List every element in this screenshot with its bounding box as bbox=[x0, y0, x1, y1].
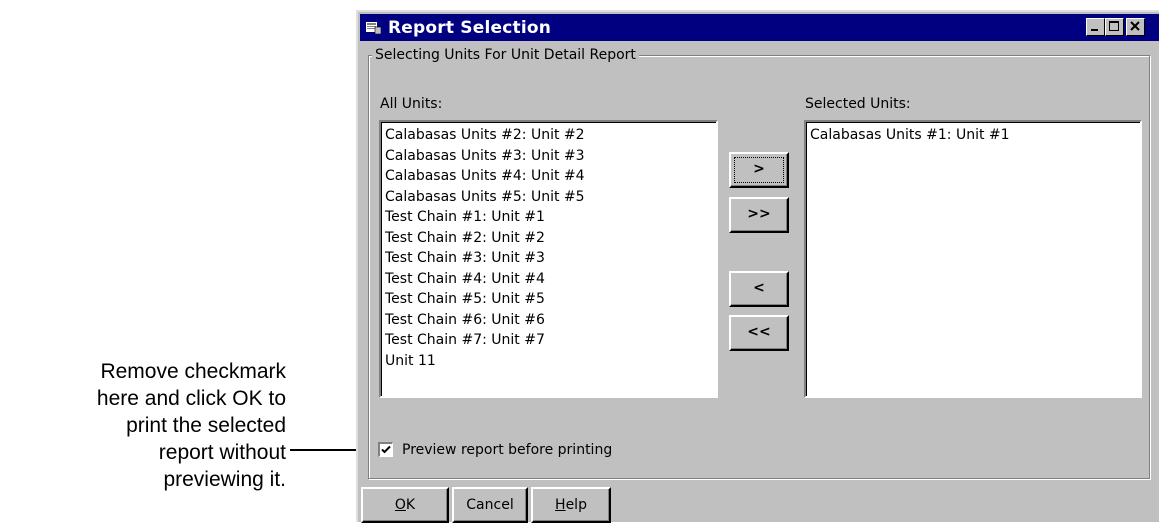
selected-units-list[interactable]: Calabasas Units #1: Unit #1 bbox=[804, 120, 1142, 398]
list-item[interactable]: Test Chain #4: Unit #4 bbox=[385, 269, 712, 290]
list-item[interactable]: Test Chain #7: Unit #7 bbox=[385, 330, 712, 351]
annotation-leader-line bbox=[290, 449, 366, 451]
add-unit-button[interactable]: > bbox=[729, 152, 789, 188]
list-item[interactable]: Test Chain #1: Unit #1 bbox=[385, 207, 712, 228]
all-units-label: All Units: bbox=[380, 96, 443, 112]
close-icon bbox=[1130, 21, 1140, 31]
list-item[interactable]: Test Chain #6: Unit #6 bbox=[385, 310, 712, 331]
ok-button-label: OK bbox=[394, 497, 416, 513]
minimize-icon bbox=[1091, 29, 1098, 31]
checkmark-icon bbox=[381, 445, 391, 454]
list-item[interactable]: Calabasas Units #1: Unit #1 bbox=[810, 125, 1136, 146]
add-all-units-button[interactable]: >> bbox=[729, 197, 789, 233]
remove-unit-button[interactable]: < bbox=[729, 271, 789, 307]
preview-checkbox[interactable] bbox=[378, 442, 393, 457]
maximize-button[interactable] bbox=[1105, 18, 1124, 36]
annotation-line: print the selected bbox=[126, 414, 286, 437]
help-button[interactable]: Help bbox=[531, 487, 611, 523]
all-units-list[interactable]: Calabasas Units #2: Unit #2 Calabasas Un… bbox=[379, 120, 718, 398]
list-item[interactable]: Calabasas Units #2: Unit #2 bbox=[385, 125, 712, 146]
report-window-icon bbox=[366, 22, 381, 34]
list-item[interactable]: Test Chain #3: Unit #3 bbox=[385, 248, 712, 269]
remove-all-units-button[interactable]: << bbox=[729, 315, 789, 351]
minimize-button[interactable] bbox=[1086, 18, 1105, 36]
list-item[interactable]: Test Chain #5: Unit #5 bbox=[385, 289, 712, 310]
group-legend: Selecting Units For Unit Detail Report bbox=[372, 47, 639, 63]
cancel-button[interactable]: Cancel bbox=[452, 487, 528, 523]
preview-checkbox-label[interactable]: Preview report before printing bbox=[402, 442, 612, 458]
window-title: Report Selection bbox=[388, 18, 552, 38]
title-bar[interactable]: Report Selection bbox=[360, 14, 1159, 41]
annotation-callout: Remove checkmark here and click OK to pr… bbox=[0, 358, 286, 493]
list-item[interactable]: Calabasas Units #5: Unit #5 bbox=[385, 187, 712, 208]
annotation-line: previewing it. bbox=[163, 468, 286, 491]
help-button-label: Help bbox=[555, 497, 587, 513]
maximize-icon bbox=[1109, 21, 1119, 31]
list-item[interactable]: Calabasas Units #3: Unit #3 bbox=[385, 146, 712, 167]
list-item[interactable]: Calabasas Units #4: Unit #4 bbox=[385, 166, 712, 187]
close-button[interactable] bbox=[1126, 18, 1145, 36]
selected-units-label: Selected Units: bbox=[805, 96, 911, 112]
annotation-line: Remove checkmark bbox=[100, 360, 286, 383]
annotation-line: here and click OK to bbox=[96, 387, 286, 410]
cancel-button-label: Cancel bbox=[466, 497, 514, 513]
list-item[interactable]: Test Chain #2: Unit #2 bbox=[385, 228, 712, 249]
annotation-line: report without bbox=[158, 441, 286, 464]
report-selection-window: Report Selection Selecting Units For Uni… bbox=[356, 10, 1159, 523]
ok-button[interactable]: OK bbox=[361, 487, 449, 523]
list-item[interactable]: Unit 11 bbox=[385, 351, 712, 372]
